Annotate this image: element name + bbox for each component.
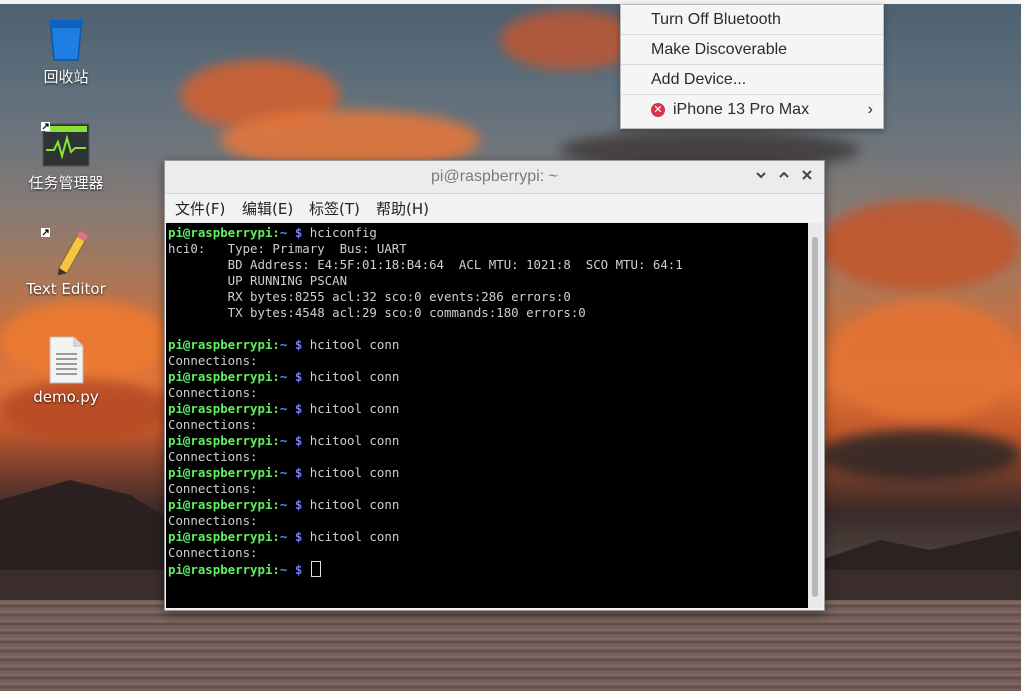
prompt-user: pi@raspberrypi: xyxy=(168,497,280,512)
terminal-command-line: pi@raspberrypi:~ $ hcitool conn xyxy=(168,433,806,449)
prompt-user: pi@raspberrypi: xyxy=(168,337,280,352)
desktop-icon-demo-py[interactable]: demo.py xyxy=(11,336,121,406)
terminal-cursor xyxy=(310,561,321,577)
prompt-user: pi@raspberrypi: xyxy=(168,433,280,448)
bluetooth-menu: Turn Off Bluetooth Make Discoverable Add… xyxy=(620,4,884,129)
prompt-path: ~ $ xyxy=(279,401,303,416)
desktop-icon-label: 任务管理器 xyxy=(28,174,104,192)
terminal-output-line: Connections: xyxy=(168,449,258,464)
menu-help[interactable]: 帮助(H) xyxy=(376,198,429,219)
command-text: hcitool conn xyxy=(302,465,400,480)
prompt-user: pi@raspberrypi: xyxy=(168,225,280,240)
terminal-command-line: pi@raspberrypi:~ $ hcitool conn xyxy=(168,465,806,481)
prompt-user: pi@raspberrypi: xyxy=(168,529,280,544)
command-text: hcitool conn xyxy=(302,369,400,384)
terminal-output-line: BD Address: E4:5F:01:18:B4:64 ACL MTU: 1… xyxy=(168,257,683,272)
command-text: hcitool conn xyxy=(302,337,400,352)
desktop-icon-task-manager[interactable]: 任务管理器 xyxy=(11,122,121,193)
terminal-menu-bar: 文件(F) 编辑(E) 标签(T) 帮助(H) xyxy=(165,194,824,222)
terminal-text: pi@raspberrypi:~ $ hciconfig hci0: Type: … xyxy=(166,223,808,579)
wallpaper-cloud xyxy=(500,10,640,70)
command-text: hcitool conn xyxy=(302,401,400,416)
chevron-right-icon: › xyxy=(867,101,873,118)
terminal-output-line: TX bytes:4548 acl:29 sco:0 commands:180 … xyxy=(168,305,586,320)
task-manager-icon xyxy=(41,122,90,167)
prompt-path: ~ $ xyxy=(279,433,303,448)
command-text: hcitool conn xyxy=(302,433,400,448)
terminal-output-line: Connections: xyxy=(168,481,258,496)
desktop-icon-trash[interactable]: 回收站 xyxy=(11,18,121,87)
prompt-path: ~ $ xyxy=(279,369,303,384)
file-icon xyxy=(49,336,84,384)
prompt-user: pi@raspberrypi: xyxy=(168,369,280,384)
command-text: hcitool conn xyxy=(302,497,400,512)
command-text: hciconfig xyxy=(302,225,377,240)
terminal-output-line: Connections: xyxy=(168,353,258,368)
terminal-command-line: pi@raspberrypi:~ $ hciconfig xyxy=(168,225,806,241)
prompt-path: ~ $ xyxy=(279,465,303,480)
terminal-output-line: hci0: Type: Primary Bus: UART xyxy=(168,241,407,256)
disconnected-icon: ✕ xyxy=(651,103,665,117)
menu-item-iphone-13-pro-max[interactable]: ✕ iPhone 13 Pro Max › xyxy=(621,95,883,125)
terminal-output-line xyxy=(168,321,806,337)
terminal-window: pi@raspberrypi: ~ 文件(F) 编辑(E) 标签(T) 帮助(H… xyxy=(164,160,825,611)
desktop-icon-label: 回收站 xyxy=(43,68,89,86)
prompt-user: pi@raspberrypi: xyxy=(168,562,280,577)
prompt-path: ~ $ xyxy=(279,562,303,577)
prompt-path: ~ $ xyxy=(279,529,303,544)
text-editor-icon xyxy=(41,228,88,276)
terminal-output-line: UP RUNNING PSCAN xyxy=(168,273,348,288)
terminal-output[interactable]: pi@raspberrypi:~ $ hciconfig hci0: Type: … xyxy=(166,223,808,608)
terminal-command-line: pi@raspberrypi:~ $ xyxy=(168,561,806,577)
close-icon[interactable] xyxy=(799,169,815,185)
terminal-output-line: Connections: xyxy=(168,417,258,432)
terminal-command-line: pi@raspberrypi:~ $ hcitool conn xyxy=(168,401,806,417)
prompt-user: pi@raspberrypi: xyxy=(168,401,280,416)
prompt-user: pi@raspberrypi: xyxy=(168,465,280,480)
trash-icon xyxy=(49,20,83,61)
menu-tabs[interactable]: 标签(T) xyxy=(309,198,360,219)
scrollbar-thumb[interactable] xyxy=(812,237,818,597)
terminal-command-line: pi@raspberrypi:~ $ hcitool conn xyxy=(168,369,806,385)
prompt-path: ~ $ xyxy=(279,337,303,352)
terminal-command-line: pi@raspberrypi:~ $ hcitool conn xyxy=(168,497,806,513)
menu-edit[interactable]: 编辑(E) xyxy=(242,198,293,219)
prompt-path: ~ $ xyxy=(279,225,303,240)
terminal-scrollbar[interactable] xyxy=(808,223,822,608)
terminal-output-line: Connections: xyxy=(168,545,258,560)
terminal-output-line: RX bytes:8255 acl:32 sco:0 events:286 er… xyxy=(168,289,571,304)
maximize-icon[interactable] xyxy=(776,169,792,185)
menu-item-turn-off-bluetooth[interactable]: Turn Off Bluetooth xyxy=(621,5,883,35)
menu-item-label: iPhone 13 Pro Max xyxy=(673,101,810,118)
menu-item-label: Turn Off Bluetooth xyxy=(651,11,781,28)
command-text: hcitool conn xyxy=(302,529,400,544)
terminal-command-line: pi@raspberrypi:~ $ hcitool conn xyxy=(168,529,806,545)
menu-item-label: Add Device... xyxy=(651,71,747,88)
minimize-icon[interactable] xyxy=(753,169,769,185)
terminal-output-line: Connections: xyxy=(168,513,258,528)
desktop-icon-text-editor[interactable]: Text Editor xyxy=(11,228,121,298)
command-text xyxy=(302,562,309,577)
prompt-path: ~ $ xyxy=(279,497,303,512)
terminal-output-line: Connections: xyxy=(168,385,258,400)
terminal-command-line: pi@raspberrypi:~ $ hcitool conn xyxy=(168,337,806,353)
menu-item-make-discoverable[interactable]: Make Discoverable xyxy=(621,35,883,65)
menu-file[interactable]: 文件(F) xyxy=(175,198,225,219)
desktop-icon-label: Text Editor xyxy=(26,280,106,298)
window-title: pi@raspberrypi: ~ xyxy=(431,168,558,185)
wallpaper-cloud xyxy=(830,300,1020,420)
wallpaper-cloud xyxy=(820,200,1020,290)
window-title-bar[interactable]: pi@raspberrypi: ~ xyxy=(165,161,824,194)
menu-item-label: Make Discoverable xyxy=(651,41,788,58)
menu-item-add-device[interactable]: Add Device... xyxy=(621,65,883,95)
desktop-icon-label: demo.py xyxy=(33,388,99,406)
lake-water xyxy=(0,600,1021,691)
